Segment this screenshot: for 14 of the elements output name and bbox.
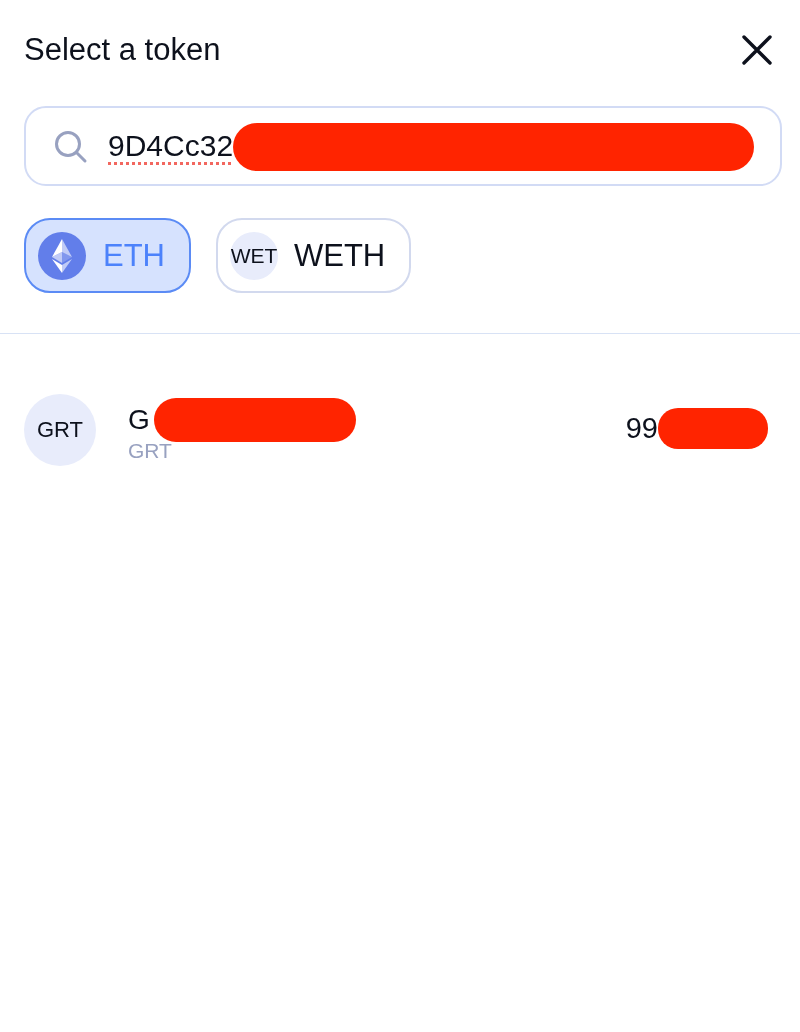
search-icon [54,130,88,164]
close-icon [742,35,772,65]
token-symbol: GRT [128,440,172,462]
token-initials: GRT [24,394,96,466]
modal-title: Select a token [24,31,221,69]
token-balance: 99 [625,411,658,445]
token-symbol: ETH [103,237,165,274]
search-field[interactable]: 9D4Cc32 [24,106,782,186]
close-button[interactable] [742,35,772,65]
token-chip[interactable]: WET WETH [216,218,412,293]
token-initials: WET [230,231,278,280]
token-symbol: WETH [294,237,386,274]
diamond-logo-icon [38,231,86,280]
token-name: G [128,403,150,437]
